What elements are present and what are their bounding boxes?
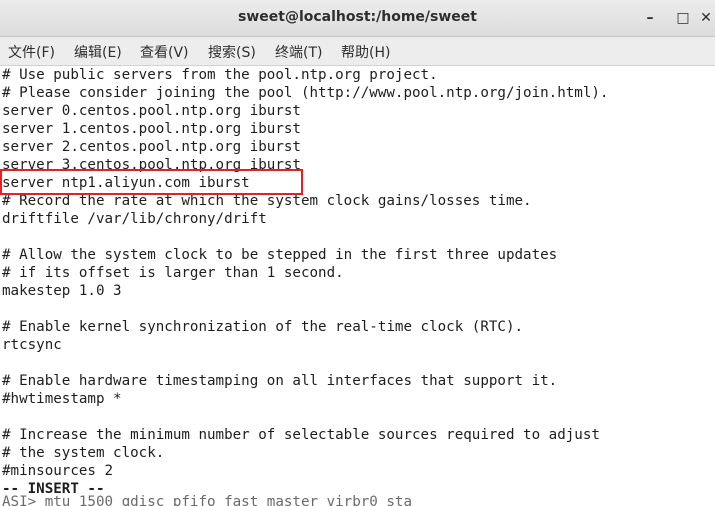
menu-bar: 文件(F) 编辑(E) 查看(V) 搜索(S) 终端(T) 帮助(H) — [0, 37, 715, 66]
terminal-line: server 0.centos.pool.ntp.org iburst — [2, 103, 301, 119]
overlapping-output-line: ASI> mtu 1500 qdisc pfifo fast master vi… — [2, 494, 412, 506]
menu-file[interactable]: 文件(F) — [8, 41, 55, 63]
terminal-line: server 2.centos.pool.ntp.org iburst — [2, 139, 301, 155]
terminal-line: # if its offset is larger than 1 second. — [2, 265, 344, 281]
window-title: sweet@localhost:/home/sweet — [238, 9, 477, 25]
minimize-button[interactable]: – — [640, 8, 660, 28]
terminal-line: # Enable kernel synchronization of the r… — [2, 319, 524, 335]
terminal-line: driftfile /var/lib/chrony/drift — [2, 211, 267, 227]
terminal-line: # Use public servers from the pool.ntp.o… — [2, 67, 438, 83]
terminal-line: # Increase the minimum number of selecta… — [2, 427, 600, 443]
terminal-line: server 1.centos.pool.ntp.org iburst — [2, 121, 301, 137]
maximize-button[interactable]: □ — [673, 8, 693, 28]
terminal-line: # Enable hardware timestamping on all in… — [2, 373, 558, 389]
highlight-annotation-box — [0, 169, 303, 195]
menu-view[interactable]: 查看(V) — [140, 41, 189, 63]
terminal-line: # Please consider joining the pool (http… — [2, 85, 609, 101]
menu-help[interactable]: 帮助(H) — [341, 41, 390, 63]
close-button[interactable]: ✕ — [696, 8, 715, 28]
terminal-line: # the system clock. — [2, 445, 165, 461]
title-bar[interactable]: sweet@localhost:/home/sweet – □ ✕ — [0, 0, 715, 37]
menu-terminal[interactable]: 终端(T) — [275, 41, 322, 63]
terminal-line: makestep 1.0 3 — [2, 283, 122, 299]
terminal-line: #minsources 2 — [2, 463, 114, 479]
terminal-window: sweet@localhost:/home/sweet – □ ✕ 文件(F) … — [0, 0, 715, 506]
menu-search[interactable]: 搜索(S) — [208, 41, 256, 63]
terminal-text-area[interactable]: # Use public servers from the pool.ntp.o… — [0, 66, 715, 506]
terminal-line: # Allow the system clock to be stepped i… — [2, 247, 558, 263]
menu-edit[interactable]: 编辑(E) — [74, 41, 122, 63]
terminal-line: rtcsync — [2, 337, 62, 353]
terminal-line: #hwtimestamp * — [2, 391, 122, 407]
